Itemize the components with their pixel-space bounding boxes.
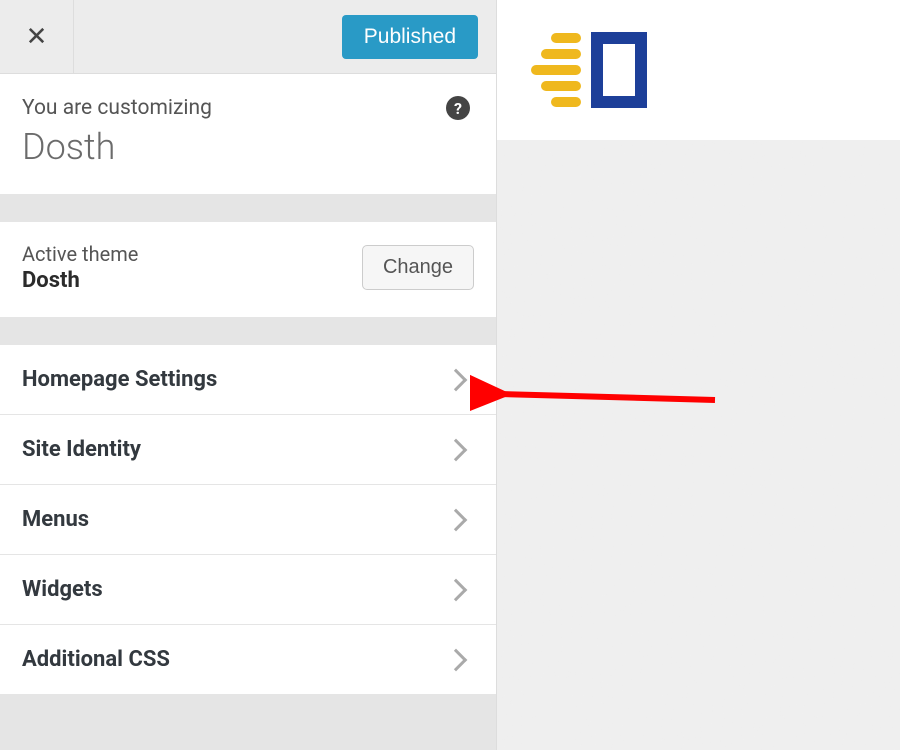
publish-button[interactable]: Published xyxy=(342,15,478,59)
chevron-right-icon xyxy=(445,648,468,671)
logo-letter-icon xyxy=(591,32,647,108)
menu-item-label: Widgets xyxy=(22,577,103,602)
topbar: ✕ Published xyxy=(0,0,496,74)
customizer-menu: Homepage Settings Site Identity Menus Wi… xyxy=(0,345,496,694)
close-button[interactable]: ✕ xyxy=(0,0,74,73)
logo-bars-icon xyxy=(531,33,581,107)
topbar-spacer xyxy=(74,0,342,73)
customizer-sidebar: ✕ Published You are customizing Dosth ? … xyxy=(0,0,497,750)
menu-item-additional-css[interactable]: Additional CSS xyxy=(0,624,496,694)
help-icon[interactable]: ? xyxy=(446,96,470,120)
theme-text: Active theme Dosth xyxy=(22,242,138,293)
active-theme-panel: Active theme Dosth Change xyxy=(0,222,496,317)
site-logo xyxy=(531,32,647,108)
panel-gap xyxy=(0,194,496,222)
preview-body xyxy=(497,140,900,750)
panel-gap-2 xyxy=(0,317,496,345)
customizing-subtitle: You are customizing xyxy=(22,96,474,120)
site-preview xyxy=(497,0,900,750)
chevron-right-icon xyxy=(445,508,468,531)
menu-item-menus[interactable]: Menus xyxy=(0,484,496,554)
menu-item-homepage-settings[interactable]: Homepage Settings xyxy=(0,345,496,414)
menu-item-label: Menus xyxy=(22,507,89,532)
chevron-right-icon xyxy=(445,578,468,601)
menu-item-label: Site Identity xyxy=(22,437,141,462)
close-icon: ✕ xyxy=(26,24,48,50)
chevron-right-icon xyxy=(445,368,468,391)
menu-item-widgets[interactable]: Widgets xyxy=(0,554,496,624)
change-theme-button[interactable]: Change xyxy=(362,245,474,290)
customizing-panel: You are customizing Dosth ? xyxy=(0,74,496,194)
chevron-right-icon xyxy=(445,438,468,461)
preview-header xyxy=(497,0,900,140)
menu-item-label: Additional CSS xyxy=(22,647,170,672)
customizing-title: Dosth xyxy=(22,126,474,168)
active-theme-name: Dosth xyxy=(22,268,138,293)
texture-background xyxy=(497,140,900,750)
menu-item-site-identity[interactable]: Site Identity xyxy=(0,414,496,484)
active-theme-label: Active theme xyxy=(22,242,138,266)
menu-item-label: Homepage Settings xyxy=(22,367,217,392)
